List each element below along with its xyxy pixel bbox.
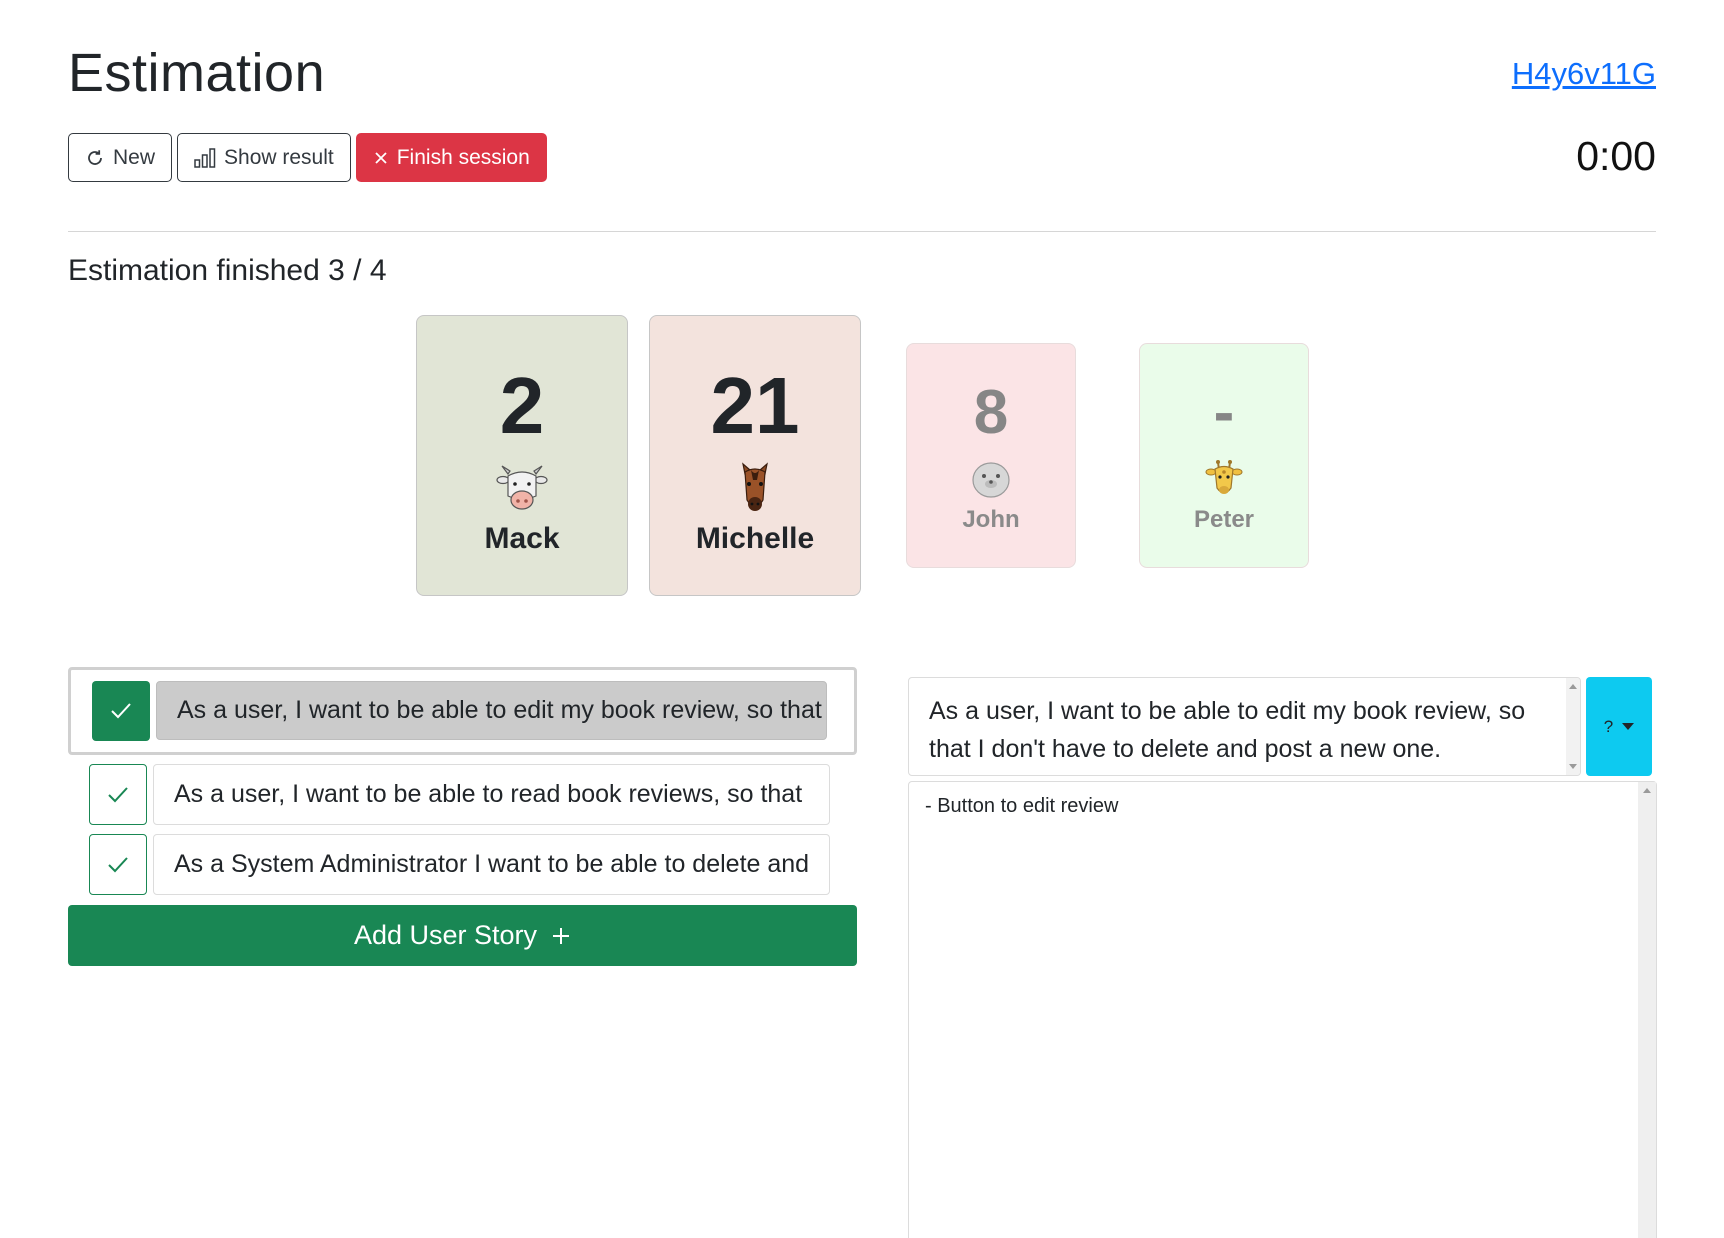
participant-card-john: 8 John <box>906 343 1076 568</box>
story-item[interactable]: As a System Administrator I want to be a… <box>68 834 857 895</box>
estimate-dropdown[interactable]: ? <box>1586 677 1652 776</box>
chevron-down-icon <box>1622 723 1635 730</box>
story-list: As a user, I want to be able to edit my … <box>68 667 857 966</box>
story-text[interactable]: As a System Administrator I want to be a… <box>153 834 830 895</box>
check-icon <box>108 786 128 802</box>
finish-session-label: Finish session <box>396 145 530 169</box>
scroll-up-icon[interactable] <box>1569 684 1577 689</box>
notes-scrollbar[interactable] <box>1638 782 1656 1238</box>
estimation-status: Estimation finished 3 / 4 <box>68 254 387 287</box>
page-title: Estimation <box>68 43 326 103</box>
session-code-link[interactable]: H4y6v11G <box>1512 56 1656 92</box>
story-title-input[interactable]: As a user, I want to be able to edit my … <box>908 677 1581 776</box>
cow-icon <box>496 462 548 514</box>
story-title-text: As a user, I want to be able to edit my … <box>929 697 1526 763</box>
story-title-scrollbar[interactable] <box>1566 678 1580 775</box>
participant-name: Peter <box>1193 506 1255 533</box>
new-button[interactable]: New <box>68 133 173 182</box>
card-value: - <box>1213 378 1235 447</box>
seal-icon <box>970 458 1012 500</box>
divider <box>68 231 1656 232</box>
estimate-value: ? <box>1603 716 1614 736</box>
card-value: 8 <box>973 378 1009 447</box>
add-user-story-button[interactable]: Add User Story <box>68 905 857 966</box>
story-done-toggle[interactable] <box>89 834 147 895</box>
participant-card-mack: 2 Mack <box>416 315 628 596</box>
finish-session-button[interactable]: Finish session <box>355 133 547 182</box>
giraffe-icon <box>1203 458 1245 500</box>
story-done-toggle[interactable] <box>92 681 150 741</box>
participant-name: John <box>962 506 1020 533</box>
horse-icon <box>729 462 781 514</box>
scroll-up-icon[interactable] <box>1643 788 1651 793</box>
show-result-button[interactable]: Show result <box>177 133 351 182</box>
story-done-toggle[interactable] <box>89 764 147 825</box>
participant-card-peter: - Peter <box>1139 343 1309 568</box>
participant-name: Michelle <box>695 522 815 555</box>
new-button-label: New <box>113 145 156 169</box>
card-value: 21 <box>710 361 800 450</box>
card-value: 2 <box>499 361 545 450</box>
check-icon <box>111 703 131 719</box>
story-notes-text: - Button to edit review <box>925 795 1119 817</box>
story-item[interactable]: As a user, I want to be able to read boo… <box>68 764 857 825</box>
participant-card-michelle: 21 Michelle <box>649 315 861 596</box>
add-user-story-label: Add User Story <box>353 920 538 950</box>
toolbar: New Show result Finish session <box>68 133 547 182</box>
story-text[interactable]: As a user, I want to be able to edit my … <box>156 681 827 740</box>
bar-chart-icon <box>194 147 216 168</box>
scroll-down-icon[interactable] <box>1569 764 1577 769</box>
story-notes-textarea[interactable]: - Button to edit review <box>908 781 1657 1238</box>
story-item-active[interactable]: As a user, I want to be able to edit my … <box>68 667 857 755</box>
participant-name: Mack <box>484 522 560 555</box>
close-icon <box>373 150 389 166</box>
check-icon <box>108 856 128 872</box>
timer: 0:00 <box>1576 133 1656 179</box>
story-text[interactable]: As a user, I want to be able to read boo… <box>153 764 830 825</box>
show-result-label: Show result <box>224 145 334 169</box>
refresh-icon <box>85 148 105 168</box>
plus-icon <box>553 927 570 944</box>
